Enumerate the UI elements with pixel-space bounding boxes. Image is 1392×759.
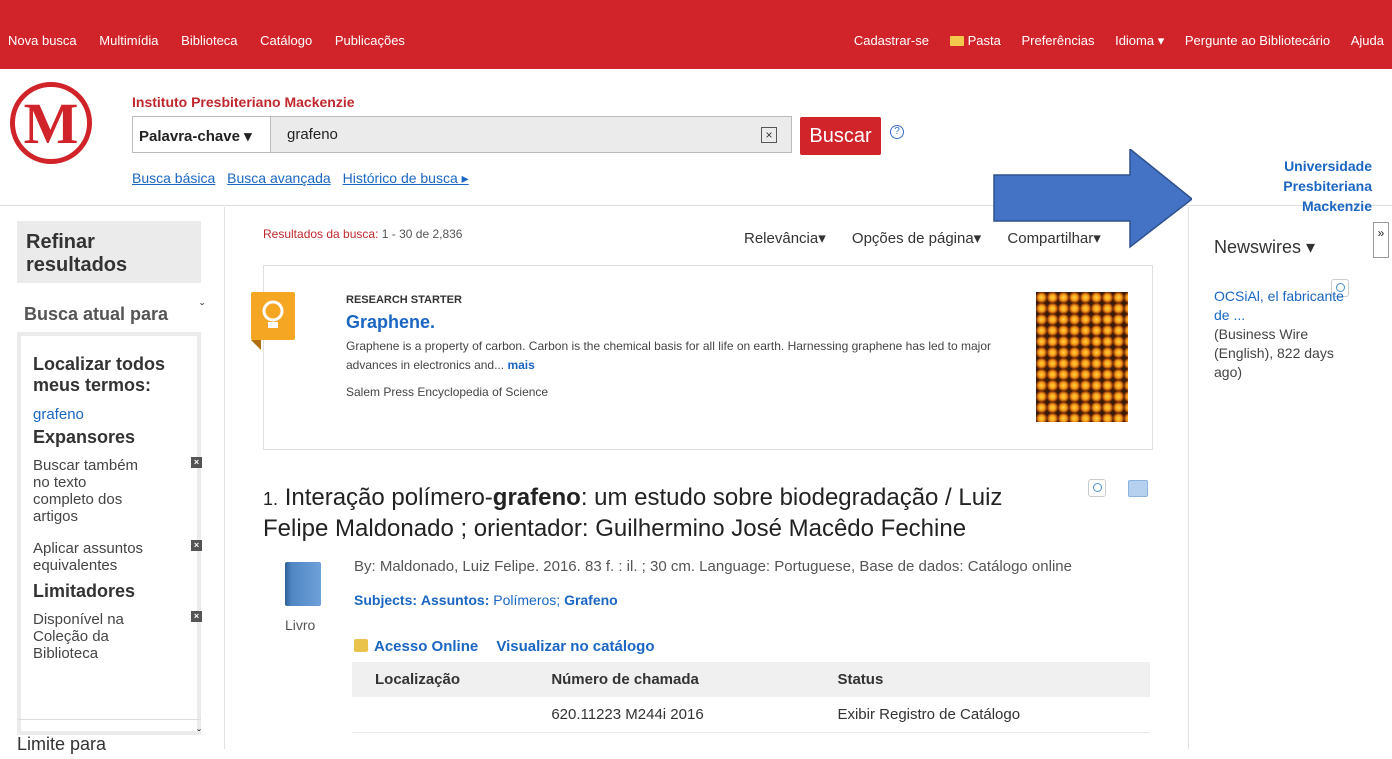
current-search-heading[interactable]: Busca atual para ˇ (24, 301, 204, 325)
lightbulb-icon (251, 292, 295, 350)
sort-relevance-dropdown[interactable]: Relevância▾ (744, 230, 826, 247)
folder-icon (949, 36, 964, 46)
table-header-row: Localização Número de chamada Status (352, 662, 1150, 697)
result-title[interactable]: 1. Interação polímero-grafeno: um estudo… (263, 483, 1053, 543)
institution-name: Instituto Presbiteriano Mackenzie (132, 94, 355, 110)
cell-status: Exibir Registro de Catálogo (814, 697, 1150, 733)
expanders-heading: Expansores (33, 427, 136, 447)
book-icon (285, 562, 321, 606)
online-access-icon (354, 639, 368, 652)
chevron-down-icon[interactable]: ˇ (200, 301, 204, 315)
nav-catalogo[interactable]: Catálogo (260, 33, 312, 48)
collapse-panel-button[interactable]: » (1373, 222, 1389, 258)
nav-publicacoes[interactable]: Publicações (335, 33, 405, 48)
research-starter-title[interactable]: Graphene. (346, 312, 435, 333)
col-location: Localização (352, 662, 529, 697)
table-row: 620.11223 M244i 2016 Exibir Registro de … (352, 697, 1150, 733)
search-box: Palavra-chave ▾ × (132, 116, 792, 153)
limit-section[interactable]: Limite para ˇ (17, 719, 201, 759)
remove-icon[interactable]: × (191, 611, 202, 622)
find-all-heading: Localizar todos meus termos: (33, 354, 166, 395)
search-history-link[interactable]: Histórico de busca ▸ (343, 170, 469, 186)
nav-pergunte[interactable]: Pergunte ao Bibliotecário (1185, 33, 1330, 48)
research-starter-card: RESEARCH STARTER Graphene. Graphene is a… (251, 265, 1153, 450)
right-panel: » Newswires ▾ OCSiAl, el fabricante de .… (1188, 207, 1392, 749)
nav-idioma[interactable]: Idioma ▾ (1115, 33, 1164, 48)
mackenzie-logo[interactable]: M (10, 82, 92, 164)
limiter-library-collection: Disponível na Coleção da Biblioteca × (33, 611, 202, 662)
expander-equivalent-subjects: Aplicar assuntos equivalentes × (33, 540, 202, 574)
nav-biblioteca[interactable]: Biblioteca (181, 33, 237, 48)
result-metadata: By: Maldonado, Luiz Felipe. 2016. 83 f. … (354, 558, 1072, 575)
result-links: Acesso Online Visualizar no catálogo (354, 638, 668, 655)
newswire-meta: (Business Wire (English), 822 days ago) (1214, 326, 1334, 380)
nav-nova-busca[interactable]: Nova busca (8, 33, 77, 48)
clear-icon[interactable]: × (761, 127, 777, 143)
remove-icon[interactable]: × (191, 540, 202, 551)
cell-call-number: 620.11223 M244i 2016 (528, 697, 815, 733)
refine-sidebar: Refinar resultados Busca atual para ˇ Lo… (0, 207, 225, 754)
research-starter-label: RESEARCH STARTER (346, 294, 462, 306)
online-access-link[interactable]: Acesso Online (354, 638, 478, 655)
page-options-dropdown[interactable]: Opções de página▾ (852, 230, 981, 247)
basic-search-link[interactable]: Busca básica (132, 170, 215, 186)
add-to-folder-icon[interactable] (1128, 480, 1149, 497)
holdings-table: Localização Número de chamada Status 620… (352, 662, 1150, 733)
search-input[interactable] (275, 117, 755, 152)
result-subjects: Subjects: Assuntos: Polímeros; Grafeno (354, 592, 618, 608)
share-dropdown[interactable]: Compartilhar▾ (1007, 230, 1100, 247)
nav-cadastrar[interactable]: Cadastrar-se (854, 33, 929, 48)
refine-title: Refinar resultados (17, 221, 201, 283)
results-count: Resultados da busca: 1 - 30 de 2,836 (263, 227, 463, 241)
publication-type: Livro (285, 617, 316, 633)
facet-box: Localizar todos meus termos: grafeno Exp… (17, 332, 202, 735)
col-call-number: Número de chamada (528, 662, 815, 697)
field-select[interactable]: Palavra-chave ▾ (133, 117, 271, 152)
limiters-heading: Limitadores (33, 581, 136, 601)
nav-pasta[interactable]: Pasta (949, 33, 1001, 48)
subject-link-polimeros[interactable]: Polímeros; (493, 592, 560, 608)
col-status: Status (814, 662, 1150, 697)
remove-icon[interactable]: × (191, 457, 202, 468)
result-actions (1088, 479, 1149, 502)
search-header: M Instituto Presbiteriano Mackenzie Pala… (0, 69, 1392, 249)
research-starter-text: Graphene is a property of carbon. Carbon… (346, 339, 992, 372)
search-button[interactable]: Buscar (800, 117, 881, 155)
cell-location (352, 697, 529, 733)
newswires-heading[interactable]: Newswires ▾ (1214, 237, 1315, 258)
preview-magnifier-icon[interactable] (1088, 479, 1106, 497)
view-catalog-link[interactable]: Visualizar no catálogo (496, 638, 654, 655)
graphene-image[interactable] (1036, 292, 1128, 422)
subject-link-grafeno[interactable]: Grafeno (564, 592, 618, 608)
newswire-link[interactable]: OCSiAl, el fabricante de ... (1214, 287, 1354, 325)
search-links: Busca básica Busca avançada Histórico de… (132, 170, 477, 187)
search-term-link[interactable]: grafeno (33, 406, 197, 423)
nav-multimidia[interactable]: Multimídia (99, 33, 158, 48)
nav-preferencias[interactable]: Preferências (1021, 33, 1094, 48)
top-navigation-bar: Nova busca Multimídia Biblioteca Catálog… (0, 0, 1392, 69)
research-starter-source: Salem Press Encyclopedia of Science (346, 385, 549, 399)
nav-ajuda[interactable]: Ajuda (1351, 33, 1384, 48)
newswire-item: OCSiAl, el fabricante de ... (Business W… (1214, 287, 1354, 382)
results-toolbar: Relevância▾ Opções de página▾ Compartilh… (744, 229, 1123, 247)
help-icon[interactable]: ? (890, 125, 904, 139)
chevron-down-icon[interactable]: ˇ (197, 727, 201, 741)
advanced-search-link[interactable]: Busca avançada (227, 170, 331, 186)
more-link[interactable]: mais (507, 358, 534, 372)
expander-fulltext: Buscar também no texto completo dos arti… (33, 457, 202, 525)
